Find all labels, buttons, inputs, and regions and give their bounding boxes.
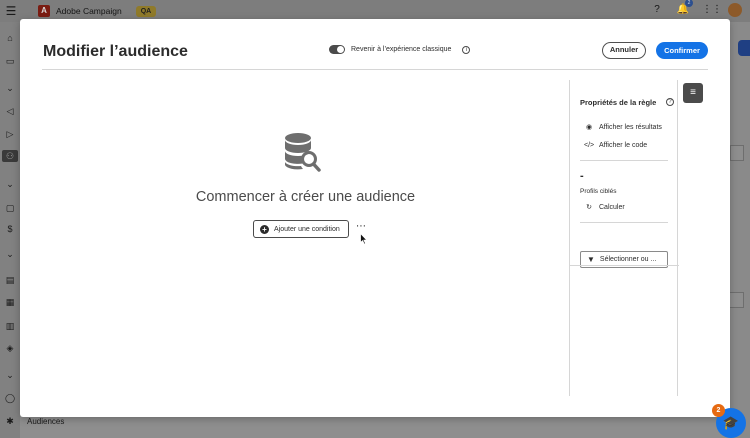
select-or-label: Sélectionner ou ...	[599, 256, 657, 263]
divider	[580, 160, 668, 161]
add-condition-button[interactable]: + Ajouter une condition	[253, 220, 349, 238]
edit-audience-modal: Modifier l’audience Revenir à l’expérien…	[20, 19, 730, 417]
avatar[interactable]	[728, 3, 742, 17]
audiences-icon[interactable]: ⚇	[2, 150, 18, 162]
nav-item-audiences-label[interactable]: Audiences	[27, 417, 64, 426]
table-icon[interactable]: ▤	[4, 274, 16, 286]
background-panel	[730, 22, 750, 438]
show-results-link[interactable]: ◉ Afficher les résultats	[584, 123, 662, 132]
chevron-down-icon[interactable]: ⌄	[4, 248, 16, 260]
targeted-profiles-label: Profils ciblés	[580, 188, 617, 195]
app-name[interactable]: Adobe Campaign	[56, 6, 122, 16]
compute-button[interactable]: ↻ Calculer	[584, 203, 625, 212]
background-primary-button	[738, 40, 750, 56]
divider	[570, 265, 679, 266]
show-code-link[interactable]: </> Afficher le code	[584, 142, 647, 149]
chart-icon[interactable]: ▥	[4, 320, 16, 332]
show-code-label: Afficher le code	[599, 142, 648, 149]
confirm-button[interactable]: Confirmer	[656, 42, 708, 59]
classic-experience-toggle[interactable]	[329, 45, 345, 54]
rule-properties-title: Propriétés de la règle	[580, 98, 657, 107]
refresh-icon: ↻	[586, 204, 592, 211]
modal-header: Modifier l’audience Revenir à l’expérien…	[42, 19, 708, 70]
show-results-label: Afficher les résultats	[599, 123, 662, 131]
empty-state-title: Commencer à créer une audience	[195, 189, 416, 205]
user-icon[interactable]: ◯	[4, 392, 16, 404]
chevron-down-icon[interactable]: ⌄	[4, 178, 16, 190]
chevron-down-icon[interactable]: ⌄	[4, 369, 16, 381]
chat-icon[interactable]: ▢	[4, 202, 16, 214]
layers-icon[interactable]: ▦	[4, 296, 16, 308]
dollar-icon[interactable]: $	[4, 223, 16, 235]
chevron-down-icon[interactable]: ⌄	[4, 82, 16, 94]
filter-icon: ▼	[587, 255, 595, 264]
compute-label: Calculer	[599, 203, 625, 211]
add-condition-label: Ajouter une condition	[274, 225, 340, 233]
adobe-logo: A	[38, 5, 50, 17]
send-icon[interactable]: ▷	[4, 128, 16, 140]
shield-icon[interactable]: ◈	[4, 342, 16, 354]
rule-builder-canvas: Commencer à créer une audience + Ajouter…	[42, 71, 569, 395]
grid-icon[interactable]: ⋮⋮	[702, 3, 722, 17]
plus-circle-icon: +	[260, 224, 269, 234]
code-icon: </>	[584, 142, 595, 149]
notification-count: 2	[685, 0, 693, 7]
mouse-cursor-icon	[360, 233, 368, 245]
modal-title: Modifier l’audience	[43, 43, 188, 60]
sliders-icon[interactable]: ≡	[683, 83, 703, 103]
database-search-icon	[285, 133, 321, 172]
classic-experience-toggle-group: Revenir à l’expérience classique i	[329, 45, 471, 54]
more-actions-button[interactable]: ⋯	[356, 221, 367, 232]
divider	[580, 222, 668, 223]
eye-icon: ◉	[585, 124, 593, 131]
env-badge: QA	[135, 5, 157, 17]
hamburger-icon[interactable]: ☰	[0, 4, 22, 18]
question-icon[interactable]: ?	[650, 3, 664, 17]
gear-icon[interactable]: ✱	[4, 415, 16, 427]
folder-icon[interactable]: ▭	[4, 55, 16, 67]
targeted-profiles-count: -	[580, 170, 584, 182]
help-badge-count: 2	[712, 404, 725, 417]
cancel-button[interactable]: Annuler	[602, 42, 646, 59]
background-input	[730, 145, 744, 161]
rule-properties-panel: Propriétés de la règle ? ◉ Afficher les …	[569, 80, 679, 396]
home-icon[interactable]: ⌂	[4, 32, 16, 44]
topbar-actions: ? 🔔 2 ⋮⋮	[650, 0, 742, 17]
classic-experience-label: Revenir à l’expérience classique	[351, 46, 452, 53]
megaphone-icon[interactable]: ◁	[4, 105, 16, 117]
help-icon[interactable]: ?	[666, 98, 674, 106]
bell-icon[interactable]: 🔔 2	[676, 0, 693, 17]
info-icon[interactable]: i	[462, 45, 471, 54]
left-nav-rail: ⌂ ▭ ⌄ ◁ ▷ ⚇ ⌄ ▢ $ ⌄ ▤ ▦ ▥ ◈ ⌄ ◯ ✱	[0, 22, 20, 438]
